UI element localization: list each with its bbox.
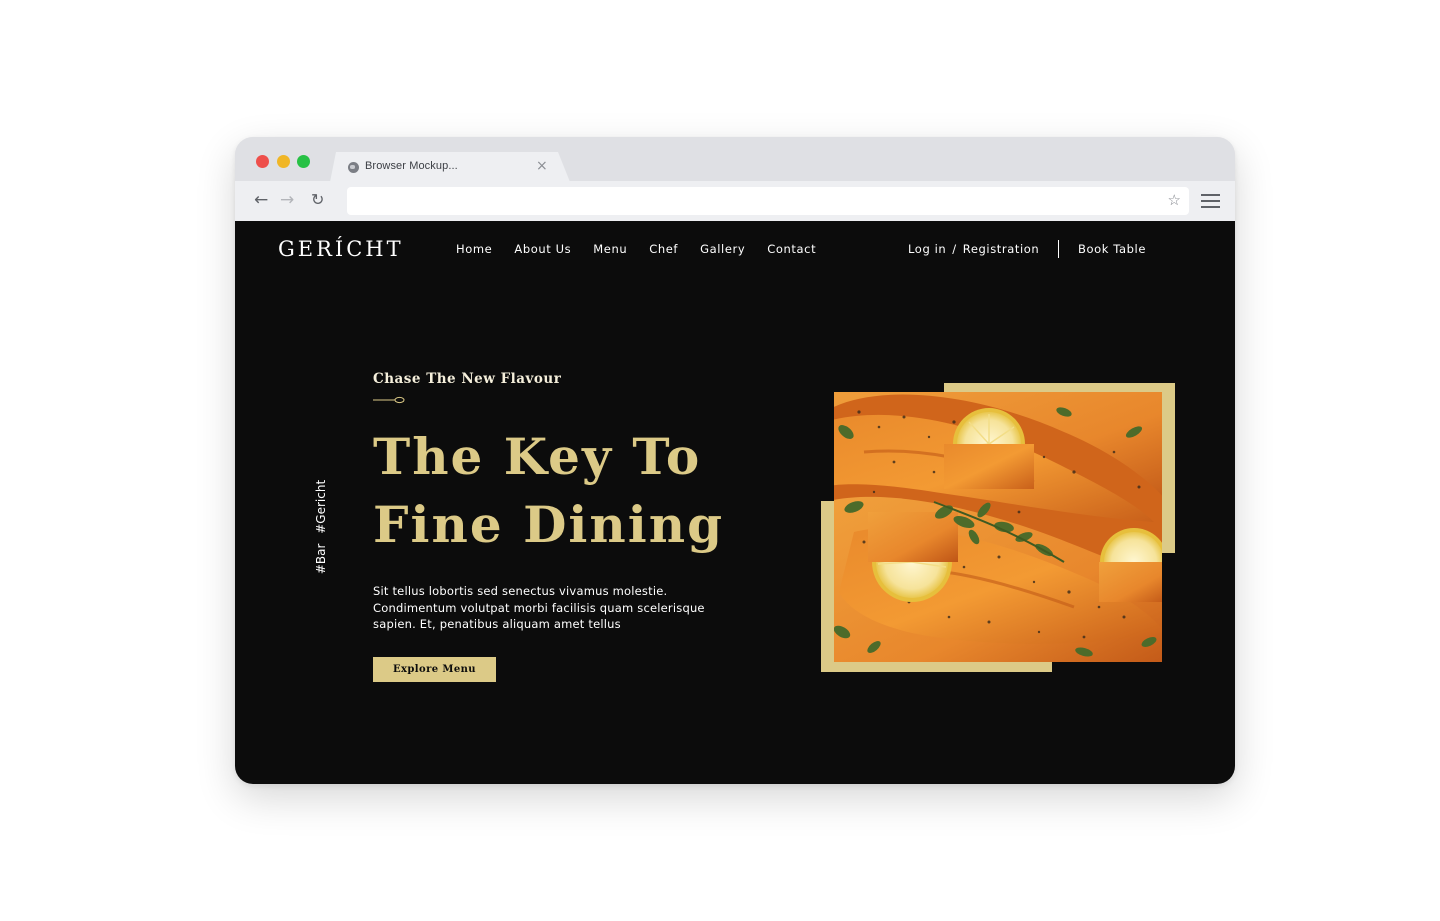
close-window-button[interactable]: [256, 155, 269, 168]
headline-line-2: Fine Dining: [373, 495, 725, 554]
nav-link-chef[interactable]: Chef: [649, 242, 678, 256]
browser-window: Browser Mockup... × ← → ↻ ☆ GERÍCHT Home…: [235, 137, 1235, 784]
headline-line-1: The Key To: [373, 427, 702, 486]
nav-link-about-us[interactable]: About Us: [514, 242, 571, 256]
explore-menu-button[interactable]: Explore Menu: [373, 657, 496, 682]
nav-divider: [1058, 240, 1059, 258]
book-table-link[interactable]: Book Table: [1078, 242, 1146, 256]
minimize-window-button[interactable]: [277, 155, 290, 168]
main-nav: Home About Us Menu Chef Gallery Contact: [456, 242, 838, 256]
nav-link-gallery[interactable]: Gallery: [700, 242, 745, 256]
reload-icon[interactable]: ↻: [311, 190, 324, 210]
auth-separator: /: [952, 242, 957, 256]
login-link[interactable]: Log in: [908, 242, 946, 256]
auth-links: Log in / Registration: [908, 242, 1039, 256]
forward-arrow-icon[interactable]: →: [280, 190, 294, 210]
website-page: GERÍCHT Home About Us Menu Chef Gallery …: [235, 221, 1235, 784]
hero-description: Sit tellus lobortis sed senectus vivamus…: [373, 584, 705, 631]
browser-toolbar: ← → ↻ ☆: [235, 181, 1235, 221]
tag-gericht: #Gericht: [314, 479, 328, 534]
nav-link-menu[interactable]: Menu: [593, 242, 627, 256]
spoon-icon: [373, 396, 405, 404]
salmon-dish-image: [834, 392, 1162, 662]
site-logo[interactable]: GERÍCHT: [278, 237, 404, 261]
vertical-tags: #Bar #Gericht: [313, 480, 329, 574]
browser-tab[interactable]: Browser Mockup... ×: [330, 152, 570, 182]
globe-icon: [348, 162, 359, 173]
nav-link-contact[interactable]: Contact: [767, 242, 816, 256]
tab-title: Browser Mockup...: [365, 160, 458, 172]
tab-close-icon[interactable]: ×: [536, 158, 548, 174]
bookmark-star-icon[interactable]: ☆: [1168, 191, 1181, 209]
browser-menu-icon[interactable]: [1201, 194, 1220, 208]
nav-link-home[interactable]: Home: [456, 242, 492, 256]
tag-bar: #Bar: [314, 543, 328, 575]
tab-strip: Browser Mockup... ×: [235, 137, 1235, 182]
maximize-window-button[interactable]: [297, 155, 310, 168]
hero-headline: The Key To Fine Dining: [373, 423, 724, 559]
hero-subtitle: Chase The New Flavour: [373, 371, 562, 387]
address-bar[interactable]: ☆: [347, 187, 1189, 215]
back-arrow-icon[interactable]: ←: [254, 190, 268, 210]
registration-link[interactable]: Registration: [963, 242, 1040, 256]
